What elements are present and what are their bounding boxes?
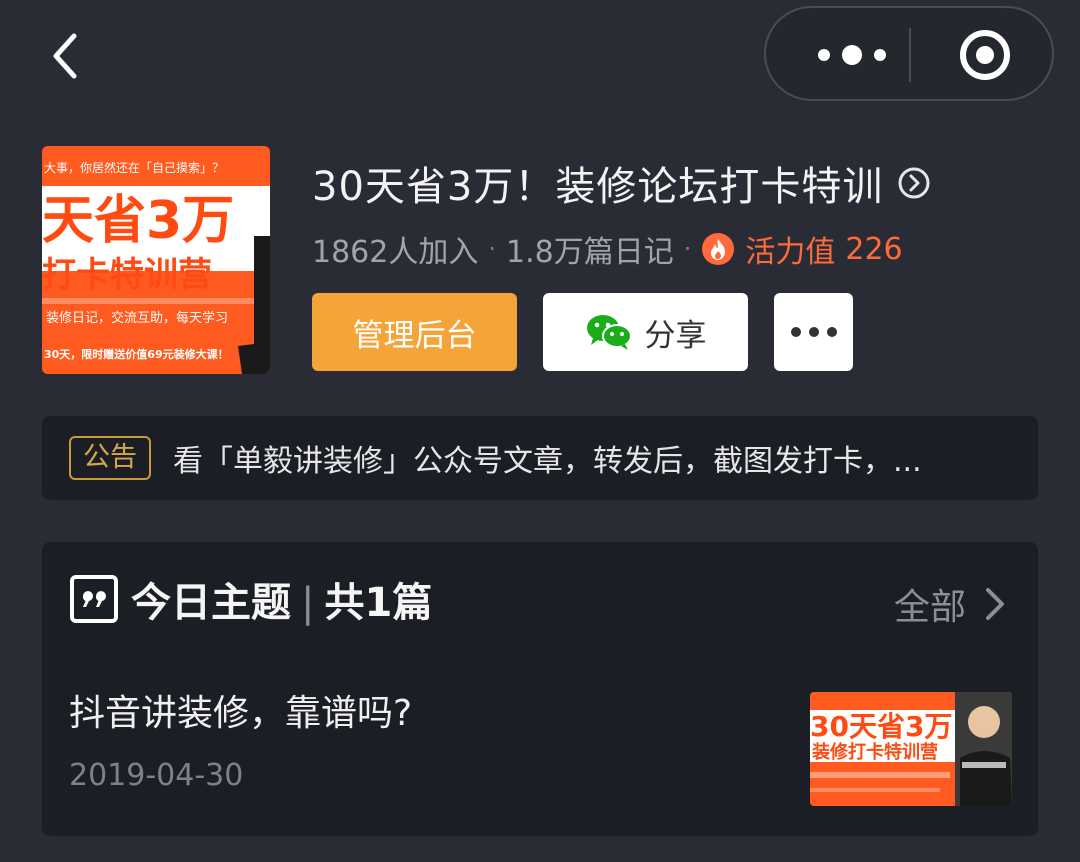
back-button[interactable] xyxy=(40,28,92,84)
admin-button-label: 管理后台 xyxy=(352,317,477,354)
group-title: 30天省3万！装修论坛打卡特训 xyxy=(312,164,884,210)
post-thumbnail: 30天省3万 装修打卡特训营 xyxy=(810,692,1012,806)
wechat-icon xyxy=(586,315,632,350)
thumb-headline2: 装修打卡特训营 xyxy=(812,741,938,763)
member-count: 1862人加入 xyxy=(312,235,479,270)
vitality-label: 活力值 xyxy=(745,235,836,270)
target-circle-icon xyxy=(960,30,1010,80)
admin-button[interactable]: 管理后台 xyxy=(312,293,517,371)
topic-title-bar: | xyxy=(301,580,315,626)
post-title: 抖音讲装修，靠谱吗? xyxy=(69,693,413,734)
cover-headline2: 打卡特训营 xyxy=(42,255,212,295)
chevron-left-icon xyxy=(53,33,77,79)
chevron-right-icon xyxy=(986,588,1004,620)
today-topic-card: 今日主题 | 共1篇 全部 抖音讲装修，靠谱吗? 2019-04-30 30天省3万… xyxy=(42,542,1038,836)
announcement-bar[interactable]: 公告 看「单毅讲装修」公众号文章，转发后，截图发打卡，... xyxy=(42,416,1038,500)
cover-headline1: 天省3万 xyxy=(42,191,234,251)
cover-line2: 装修日记，交流互助，每天学习 xyxy=(46,310,228,326)
diary-count: 1.8万篇日记 xyxy=(506,235,674,270)
more-button[interactable] xyxy=(796,8,908,99)
topic-title-text: 今日主题 xyxy=(131,580,291,626)
stats-separator: · xyxy=(488,235,496,263)
announcement-badge: 公告 xyxy=(69,436,151,480)
chevron-circle-right-icon xyxy=(898,167,930,199)
topic-count: 共1篇 xyxy=(324,580,433,626)
topic-post[interactable]: 抖音讲装修，靠谱吗? 2019-04-30 30天省3万 装修打卡特训营 xyxy=(42,670,1038,836)
view-all-link[interactable]: 全部 xyxy=(894,578,1008,630)
more-dots-icon xyxy=(818,45,886,65)
topic-header: 今日主题 | 共1篇 xyxy=(69,566,432,632)
announcement-text: 看「单毅讲装修」公众号文章，转发后，截图发打卡，... xyxy=(173,444,922,479)
group-cover-image: 大事，你居然还在「自己摸索」？ 天省3万 打卡特训营 装修日记，交流互助，每天学… xyxy=(42,146,270,374)
capsule-divider xyxy=(909,28,911,82)
group-page: 大事，你居然还在「自己摸索」？ 天省3万 打卡特训营 装修日记，交流互助，每天学… xyxy=(0,0,1080,862)
more-actions-button[interactable] xyxy=(774,293,853,371)
group-title-row[interactable]: 30天省3万！装修论坛打卡特训 xyxy=(312,150,1032,216)
cover-line1: 大事，你居然还在「自己摸索」？ xyxy=(44,160,224,175)
cover-line3: 30天，限时赠送价值69元装修大课！ xyxy=(44,347,229,361)
post-date: 2019-04-30 xyxy=(69,758,244,793)
stats-separator: · xyxy=(683,235,692,263)
share-button-label: 分享 xyxy=(644,317,707,354)
flame-icon xyxy=(702,233,735,265)
topic-title: 今日主题 | 共1篇 xyxy=(131,570,432,628)
more-dots-icon xyxy=(790,327,837,337)
view-all-label: 全部 xyxy=(893,587,966,628)
thumb-headline1: 30天省3万 xyxy=(810,710,952,743)
quote-icon xyxy=(70,575,118,623)
share-button[interactable]: 分享 xyxy=(543,293,748,371)
mini-program-capsule xyxy=(764,6,1054,101)
vitality-value: 226 xyxy=(845,231,903,267)
group-stats: 1862人加入 · 1.8万篇日记 · 活力值 226 xyxy=(312,222,903,276)
close-mini-program-button[interactable] xyxy=(941,8,1039,99)
